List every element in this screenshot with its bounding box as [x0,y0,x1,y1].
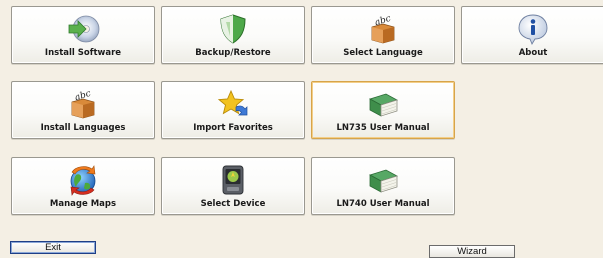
cd-install-icon [66,12,100,46]
install-languages-button[interactable]: abc Install Languages [11,81,155,139]
tile-label: Manage Maps [49,199,117,209]
tile-label: Select Language [343,48,423,58]
tile-label: Import Favorites [193,123,273,133]
abc-box-icon: abc [66,87,100,121]
info-bubble-icon [516,12,550,46]
tile-label: LN740 User Manual [336,199,430,209]
install-software-button[interactable]: Install Software [11,6,155,64]
exit-button[interactable]: Exit [10,241,96,254]
backup-restore-button[interactable]: Backup/Restore [161,6,305,64]
ln740-user-manual-button[interactable]: LN740 User Manual [311,157,455,215]
tile-label: Install Languages [40,123,126,133]
star-arrow-icon [216,87,250,121]
tile-label: LN735 User Manual [336,123,430,133]
tile-label: About [518,48,548,58]
green-book-icon [366,163,400,197]
wizard-button[interactable]: Wizard [429,245,515,258]
shield-icon [216,12,250,46]
import-favorites-button[interactable]: Import Favorites [161,81,305,139]
about-button[interactable]: About [461,6,603,64]
select-device-button[interactable]: Select Device [161,157,305,215]
tile-label: Backup/Restore [195,48,271,58]
tile-label: Select Device [200,199,266,209]
tile-label: Install Software [44,48,122,58]
green-book-icon [366,87,400,121]
ln735-user-manual-button[interactable]: LN735 User Manual [311,81,455,139]
launcher-screen: Install Software Backup/Restore abc Sele… [0,0,603,258]
abc-box-icon: abc [366,12,400,46]
select-language-button[interactable]: abc Select Language [311,6,455,64]
globe-arrows-icon [66,163,100,197]
gps-device-icon [216,163,250,197]
manage-maps-button[interactable]: Manage Maps [11,157,155,215]
